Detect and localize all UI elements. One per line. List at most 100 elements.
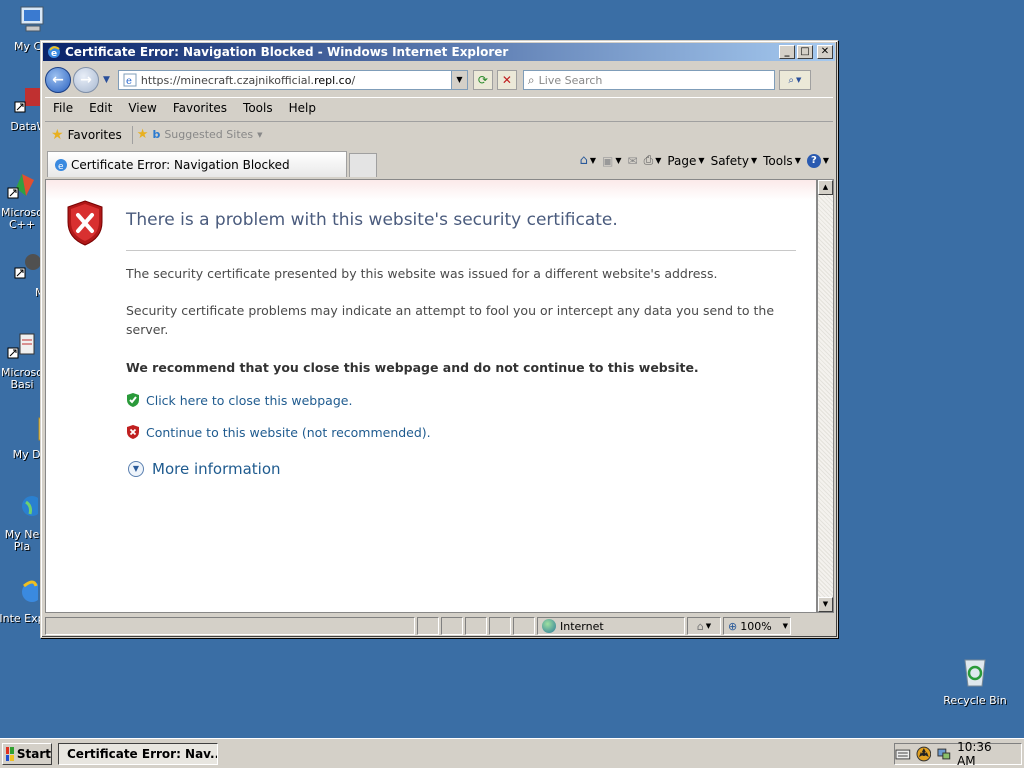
menu-favorites[interactable]: Favorites: [165, 101, 235, 115]
command-bar: ⌂ ▼ ▣ ▼ ✉ ⎙ ▼ Page ▼ Safety ▼ Tools ▼ ? ▼: [580, 153, 829, 168]
safety-menu-button[interactable]: Safety ▼: [711, 154, 758, 168]
search-icon: ⌕: [527, 72, 535, 87]
help-button[interactable]: ? ▼: [806, 153, 829, 168]
page-title: There is a problem with this website's s…: [126, 210, 618, 230]
protected-mode-button[interactable]: ⌂ ▼: [687, 617, 721, 635]
refresh-button[interactable]: ⟳: [472, 70, 493, 90]
new-tab-button[interactable]: [349, 153, 377, 177]
ie-window[interactable]: e Certificate Error: Navigation Blocked …: [40, 40, 838, 638]
close-webpage-link[interactable]: Click here to close this webpage.: [126, 392, 352, 408]
red-shield-icon: [127, 425, 139, 439]
status-pane: [465, 617, 487, 635]
svg-text:e: e: [58, 162, 64, 172]
search-placeholder: Live Search: [538, 73, 603, 87]
scroll-up-arrow[interactable]: ▲: [818, 180, 833, 195]
menu-bar: File Edit View Favorites Tools Help: [45, 97, 833, 117]
windows-flag-icon: [6, 747, 14, 761]
page-menu-button[interactable]: Page ▼: [667, 154, 704, 168]
suggested-sites-button[interactable]: b Suggested Sites ▼: [152, 128, 262, 141]
status-pane: [513, 617, 535, 635]
address-bar[interactable]: e https://minecraft.czajnikofficial.repl…: [117, 70, 468, 90]
menu-help[interactable]: Help: [281, 101, 324, 115]
search-go-button[interactable]: ⌕ ▼: [778, 70, 811, 90]
start-button[interactable]: Start: [2, 743, 52, 765]
scroll-down-arrow[interactable]: ▼: [818, 597, 833, 612]
mail-icon: ✉: [627, 153, 638, 168]
taskbar-item-ie[interactable]: e Certificate Error: Nav...: [58, 743, 218, 765]
status-pane: [441, 617, 463, 635]
radiation-warning-icon[interactable]: [916, 746, 932, 762]
keyboard-icon[interactable]: [895, 746, 911, 762]
zoom-button[interactable]: ⊕ 100% ▼: [723, 617, 791, 635]
status-bar: Internet ⌂ ▼ ⊕ 100% ▼: [45, 617, 833, 635]
bing-icon: b: [152, 128, 161, 141]
zoom-magnifier-icon: ⊕: [728, 619, 738, 633]
tab-label: Certificate Error: Navigation Blocked: [71, 157, 290, 172]
chevron-down-icon: ▼: [257, 130, 263, 139]
shortcut-app-icon: [7, 174, 34, 199]
description-paragraph-2: Security certificate problems may indica…: [126, 303, 775, 337]
description-paragraph-1: The security certificate presented by th…: [126, 266, 718, 281]
internet-globe-icon: [542, 619, 556, 633]
security-zone[interactable]: Internet: [537, 617, 685, 635]
clock[interactable]: 10:36 AM: [957, 740, 1013, 768]
status-pane: [417, 617, 439, 635]
green-shield-icon: [127, 393, 139, 407]
svg-text:e: e: [51, 49, 57, 59]
recent-pages-dropdown-icon[interactable]: ▼: [103, 75, 110, 85]
ie-logo-icon: e: [48, 46, 60, 59]
expand-chevron-icon: ▼: [128, 461, 144, 477]
zone-label: Internet: [560, 619, 604, 633]
more-information-toggle[interactable]: ▼ More information: [128, 460, 281, 478]
continue-to-website-link[interactable]: Continue to this website (not recommende…: [126, 424, 431, 440]
tab-certificate-error[interactable]: e Certificate Error: Navigation Blocked: [47, 151, 347, 177]
back-button[interactable]: ←: [45, 67, 71, 93]
menu-view[interactable]: View: [120, 101, 164, 115]
internet-explorer-icon: [22, 580, 42, 602]
start-label: Start: [16, 747, 51, 761]
stop-button[interactable]: ✕: [496, 70, 517, 90]
feeds-button[interactable]: ▣ ▼: [602, 154, 622, 168]
favorites-button[interactable]: ★ Favorites: [45, 127, 128, 143]
desktop-icon-recycle-bin[interactable]: Recycle Bin: [940, 656, 1010, 707]
home-lock-icon: ⌂: [696, 619, 704, 633]
maximize-button[interactable]: □: [797, 45, 813, 59]
toolbar-separator: [131, 125, 133, 144]
address-row: ← → ▼ e https://minecraft.czajnikofficia…: [45, 65, 833, 95]
home-button[interactable]: ⌂ ▼: [580, 153, 596, 168]
address-dropdown-button[interactable]: ▼: [450, 71, 467, 89]
zoom-level: 100%: [740, 619, 772, 633]
recycle-bin-label: Recycle Bin: [943, 695, 1007, 707]
menu-tools[interactable]: Tools: [235, 101, 281, 115]
tools-menu-button[interactable]: Tools ▼: [763, 154, 801, 168]
computer-icon: [20, 6, 44, 32]
chevron-down-icon: ▼: [796, 76, 802, 84]
menu-edit[interactable]: Edit: [81, 101, 120, 115]
search-magnifier-icon: ⌕: [788, 74, 795, 86]
status-pane: [489, 617, 511, 635]
menu-file[interactable]: File: [45, 101, 81, 115]
window-titlebar[interactable]: e Certificate Error: Navigation Blocked …: [43, 43, 835, 61]
taskbar: Start e Certificate Error: Nav... 10:36 …: [0, 738, 1024, 768]
add-favorite-icon[interactable]: ★: [137, 127, 149, 142]
help-icon: ?: [806, 153, 821, 168]
close-button[interactable]: ✕: [817, 45, 833, 59]
minimize-button[interactable]: _: [779, 45, 795, 59]
chevron-down-icon: ▼: [782, 622, 789, 630]
error-shield-icon: [67, 200, 103, 246]
vertical-scrollbar[interactable]: ▲ ▼: [817, 179, 834, 613]
taskbar-item-label: Certificate Error: Nav...: [67, 747, 218, 761]
continue-label: Continue to this website (not recommende…: [146, 424, 431, 440]
suggested-sites-label: Suggested Sites: [164, 128, 254, 141]
print-button[interactable]: ⎙ ▼: [644, 153, 662, 168]
favorites-label: Favorites: [67, 127, 122, 142]
shortcut-app-icon: [7, 333, 35, 359]
search-input[interactable]: ⌕ Live Search: [522, 70, 775, 90]
more-information-label: More information: [152, 460, 281, 478]
forward-button[interactable]: →: [73, 67, 99, 93]
svg-text:e: e: [126, 76, 132, 87]
recommendation-text: We recommend that you close this webpage…: [126, 360, 699, 375]
read-mail-button[interactable]: ✉: [628, 154, 638, 168]
network-status-icon[interactable]: [936, 746, 952, 762]
ie-tab-icon: e: [55, 158, 67, 172]
